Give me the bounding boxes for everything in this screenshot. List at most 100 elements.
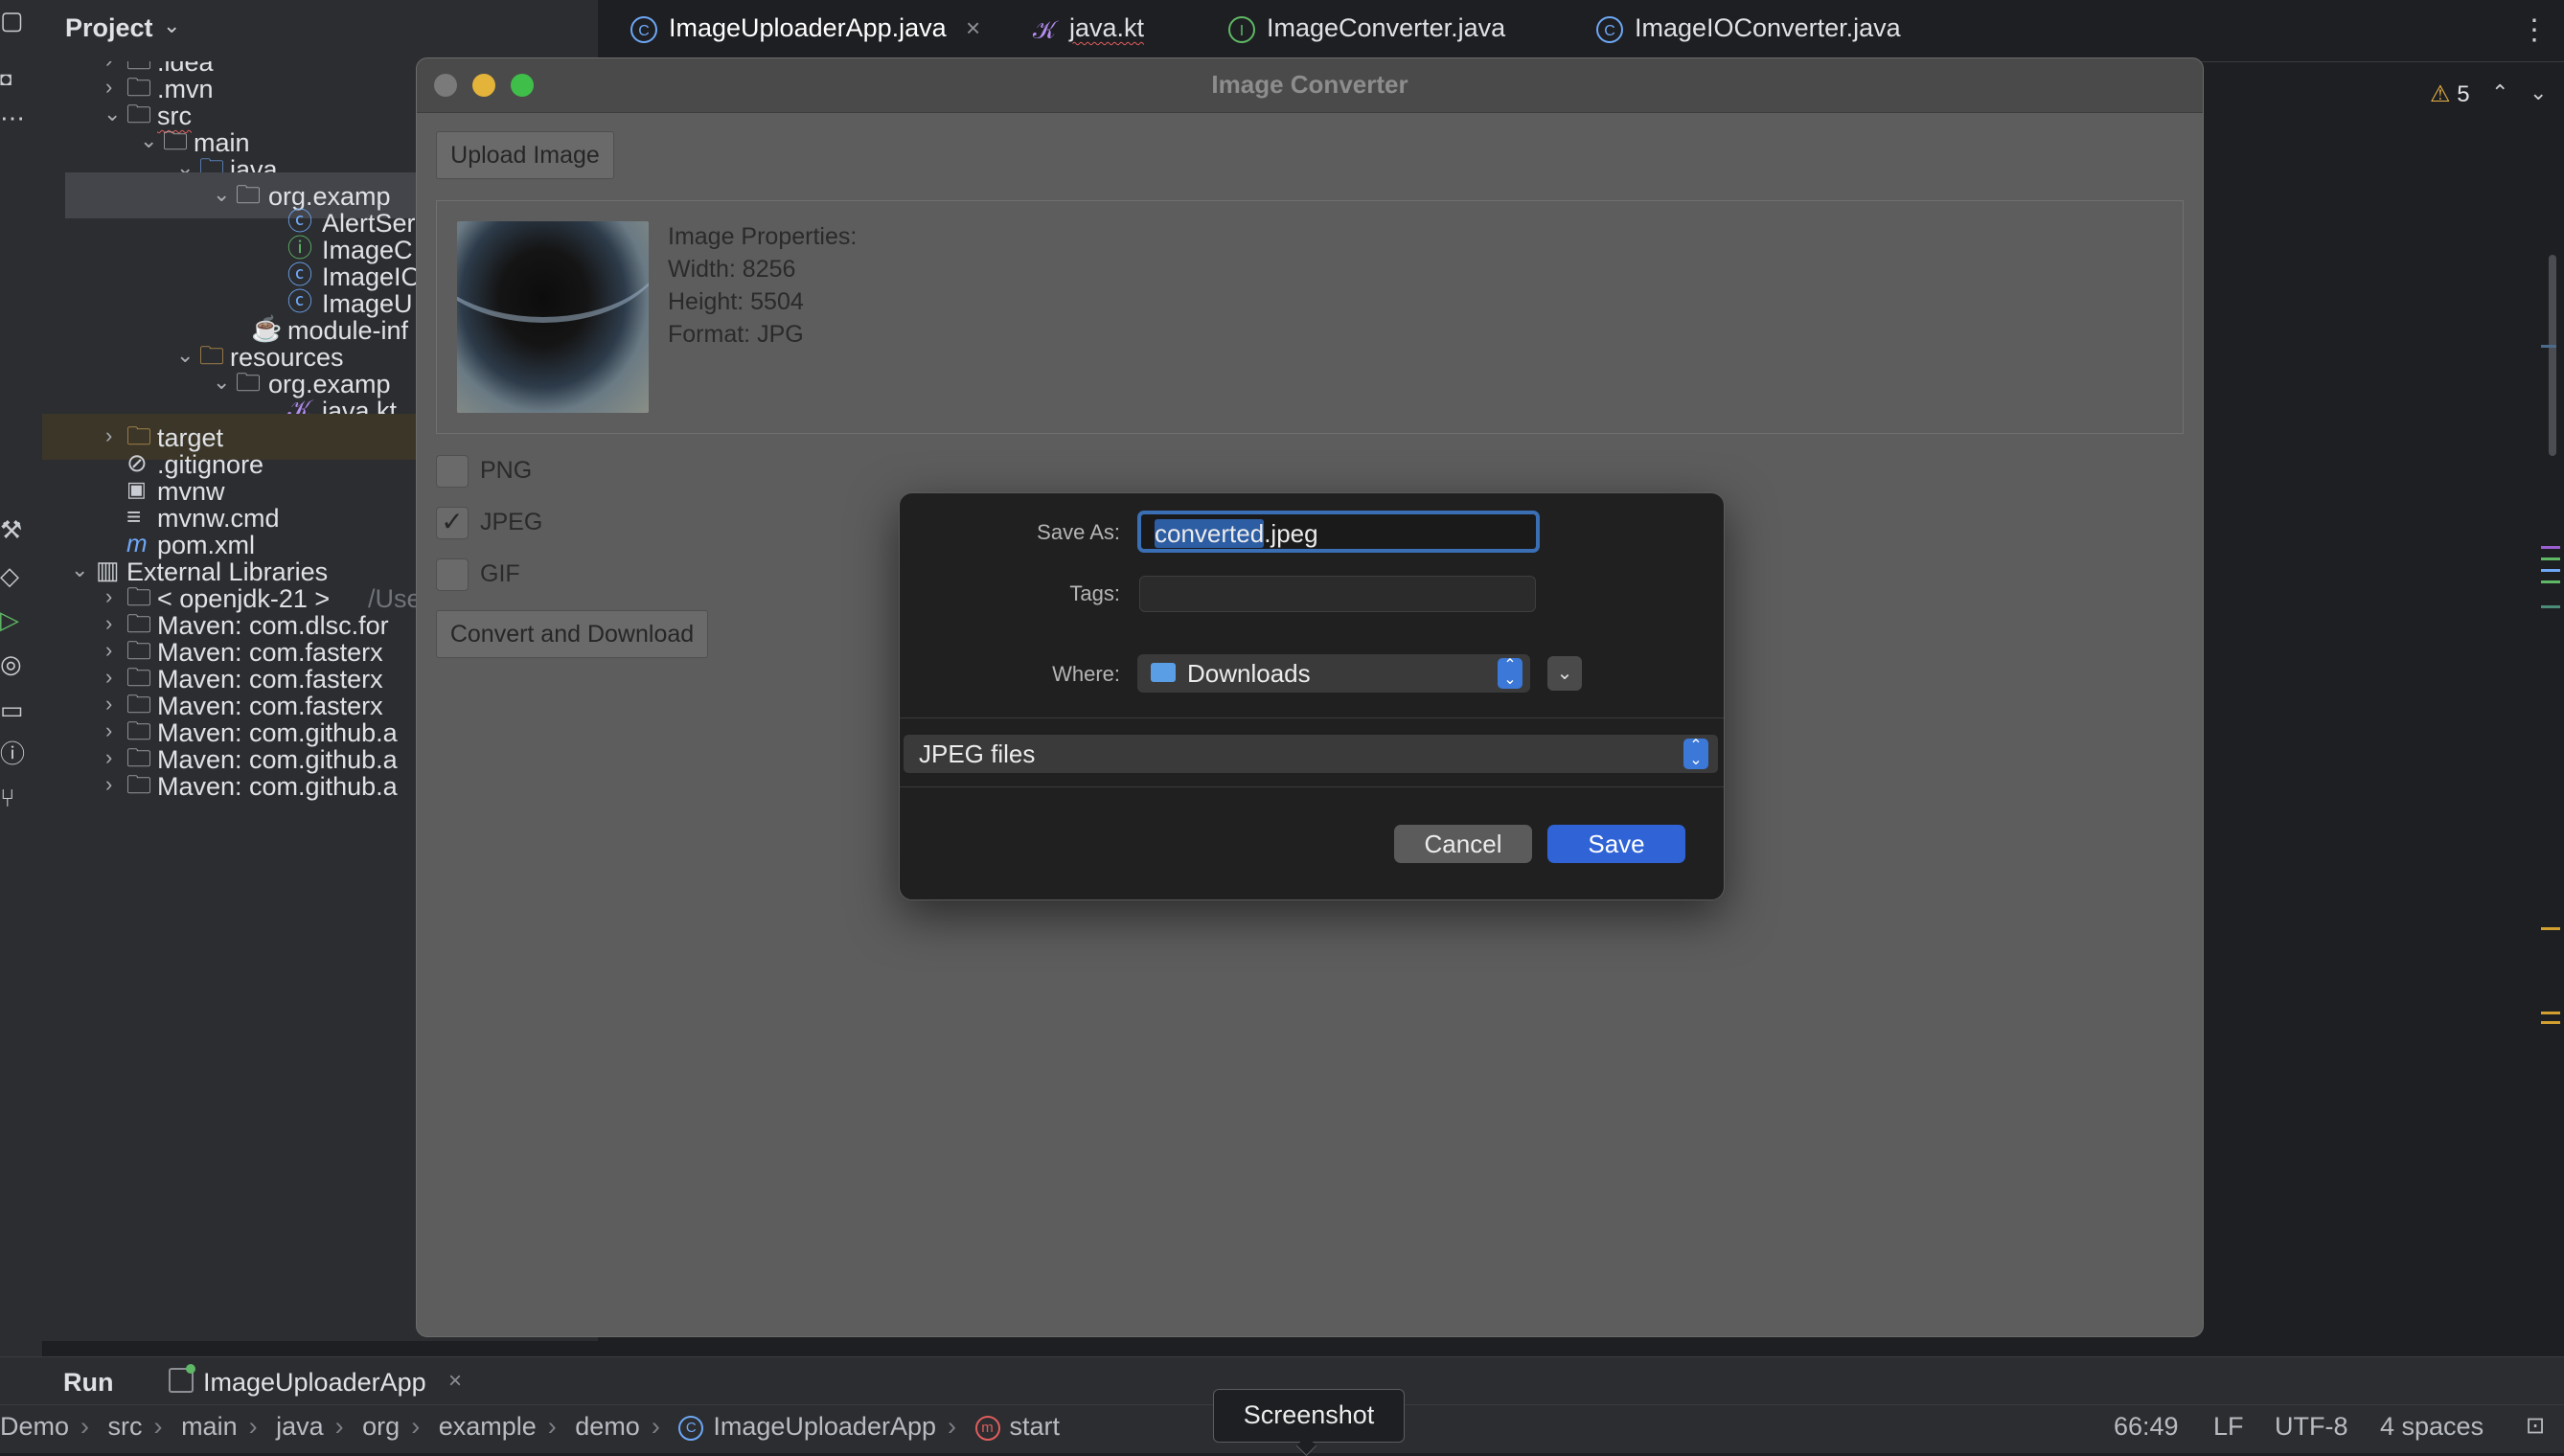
breadcrumb-item[interactable]: java [276,1412,324,1441]
class-icon: C [630,15,657,43]
breadcrumb-item[interactable]: start [1010,1412,1061,1441]
breadcrumb-item[interactable]: ImageUploaderApp [713,1412,936,1441]
png-label: PNG [480,457,533,484]
save-dialog: Save As: converted.jpeg Tags: Where: Dow… [899,492,1725,900]
line-separator[interactable]: LF [2213,1412,2244,1442]
window-titlebar[interactable]: Image Converter [417,58,2203,113]
git-tool-icon[interactable]: ⑂ [0,785,25,810]
cursor-position[interactable]: 66:49 [2114,1412,2179,1442]
cancel-button[interactable]: Cancel [1394,825,1532,863]
screenshot-tooltip: Screenshot [1213,1389,1405,1443]
debug-tool-icon[interactable]: ◎ [0,651,25,676]
breadcrumb-item[interactable]: demo [575,1412,640,1441]
lock-icon[interactable]: ⊡ [2526,1412,2545,1440]
tab-label: ImageConverter.java [1267,13,1506,42]
gutter-marker [2541,1012,2560,1014]
expand-dialog-button[interactable]: ⌄ [1547,656,1582,691]
run-tab-label[interactable]: Run [63,1368,113,1398]
breadcrumb-item[interactable]: org [362,1412,400,1441]
breadcrumb: Demo › src › main › java › org › example › dem… [0,1412,1061,1441]
where-label: Where: [1052,662,1120,686]
warnings-indicator[interactable]: ⚠ 5 [2430,80,2470,108]
breadcrumb-item[interactable]: main [181,1412,238,1441]
jpeg-checkbox[interactable]: ✓ [436,507,469,539]
run-config-tab[interactable]: ImageUploaderApp [203,1368,426,1398]
gutter-marker [2541,557,2560,560]
upload-image-button[interactable]: Upload Image [436,131,614,179]
editor-scrollbar[interactable] [2549,255,2556,456]
close-run-tab-icon[interactable]: × [448,1368,462,1395]
gutter-marker [2541,569,2560,572]
indent-setting[interactable]: 4 spaces [2380,1412,2484,1442]
divider [900,786,1724,787]
tags-label: Tags: [1069,581,1120,605]
gif-checkbox[interactable] [436,558,469,591]
image-height: Height: 5504 [668,288,804,315]
build-tool-icon[interactable]: ⚒ [0,517,25,542]
project-panel-title[interactable]: Project [65,13,153,43]
file-encoding[interactable]: UTF-8 [2275,1412,2348,1442]
image-thumbnail [457,221,649,413]
breadcrumb-item[interactable]: Demo [0,1412,69,1441]
gutter-marker [2541,580,2560,583]
where-value: Downloads [1187,659,1311,688]
terminal-tool-icon[interactable]: ▭ [0,697,25,722]
image-width: Width: 8256 [668,256,796,283]
tab-label: ImageUploaderApp.java [669,13,947,42]
jpeg-label: JPEG [480,509,543,535]
close-tab-icon[interactable]: × [966,13,980,43]
editor-tab-bar: C ImageUploaderApp.java 𝒦java.kt I ImageCo… [598,0,2564,62]
stepper-icon: ⌃ ⌄ [1498,658,1522,689]
divider [900,717,1724,718]
tab-imageconverter[interactable]: I ImageConverter.java [1228,13,1505,48]
tags-input[interactable] [1139,576,1536,612]
tab-imageuploaderapp[interactable]: C ImageUploaderApp.java [630,13,947,48]
file-type-select[interactable]: JPEG files ⌃ ⌄ [904,735,1718,773]
breadcrumb-item[interactable]: example [439,1412,537,1441]
gutter-marker [2541,605,2560,608]
chevron-up-icon[interactable]: ⌃ [2491,80,2508,105]
more-vertical-icon[interactable]: ⋮ [2520,13,2549,47]
run-tool-icon[interactable]: ▷ [0,607,25,632]
save-as-input[interactable]: converted.jpeg [1137,511,1540,553]
services-tool-icon[interactable]: ◇ [0,563,25,588]
library-icon: 🗀 [126,770,152,799]
kotlin-icon: 𝒦 [1032,14,1057,44]
more-tools-icon[interactable]: ⋯ [0,105,25,130]
save-button[interactable]: Save [1547,825,1685,863]
filename-selection: converted [1155,519,1265,548]
convert-and-download-button[interactable]: Convert and Download [436,610,708,658]
activity-bar: ▢ ◘ ⋯ ⚒ ◇ ▷ ◎ ▭ ⓘ ⑂ [0,0,43,1399]
chevron-down-icon[interactable]: ⌄ [163,13,180,38]
stepper-icon: ⌃ ⌄ [1683,739,1708,769]
class-icon: C [678,1415,704,1441]
save-as-label: Save As: [1037,520,1120,544]
gutter-marker [2541,927,2560,930]
problems-tool-icon[interactable]: ⓘ [0,741,25,766]
gif-label: GIF [480,560,520,587]
gutter-marker [2541,1021,2560,1024]
tree-item-label: Maven: com.github.a [157,772,398,801]
tab-java-kt[interactable]: 𝒦java.kt [1031,13,1144,48]
where-select[interactable]: Downloads ⌃ ⌄ [1137,654,1530,693]
breadcrumb-item[interactable]: src [108,1412,143,1441]
png-checkbox[interactable] [436,455,469,488]
image-format: Format: JPG [668,321,804,348]
chevron-down-icon[interactable]: ⌄ [2530,80,2547,105]
gutter-marker [2541,546,2560,549]
file-type-value: JPEG files [919,739,1036,768]
filename-extension: .jpeg [1264,519,1318,548]
commit-tool-icon[interactable]: ◘ [0,67,25,92]
tab-label: ImageIOConverter.java [1635,13,1901,42]
window-title: Image Converter [1211,70,1408,99]
properties-heading: Image Properties: [668,223,858,250]
tab-imageioconverter[interactable]: C ImageIOConverter.java [1596,13,1901,48]
chevron-right-icon[interactable]: › [105,772,128,797]
interface-icon: I [1228,15,1255,43]
chevron-down-icon: ⌄ [1556,663,1573,684]
project-tool-icon[interactable]: ▢ [0,8,25,33]
warning-icon: ⚠ [2430,81,2451,107]
gutter-marker [2541,345,2556,348]
warning-count: 5 [2457,81,2470,107]
running-indicator-icon [186,1364,195,1374]
